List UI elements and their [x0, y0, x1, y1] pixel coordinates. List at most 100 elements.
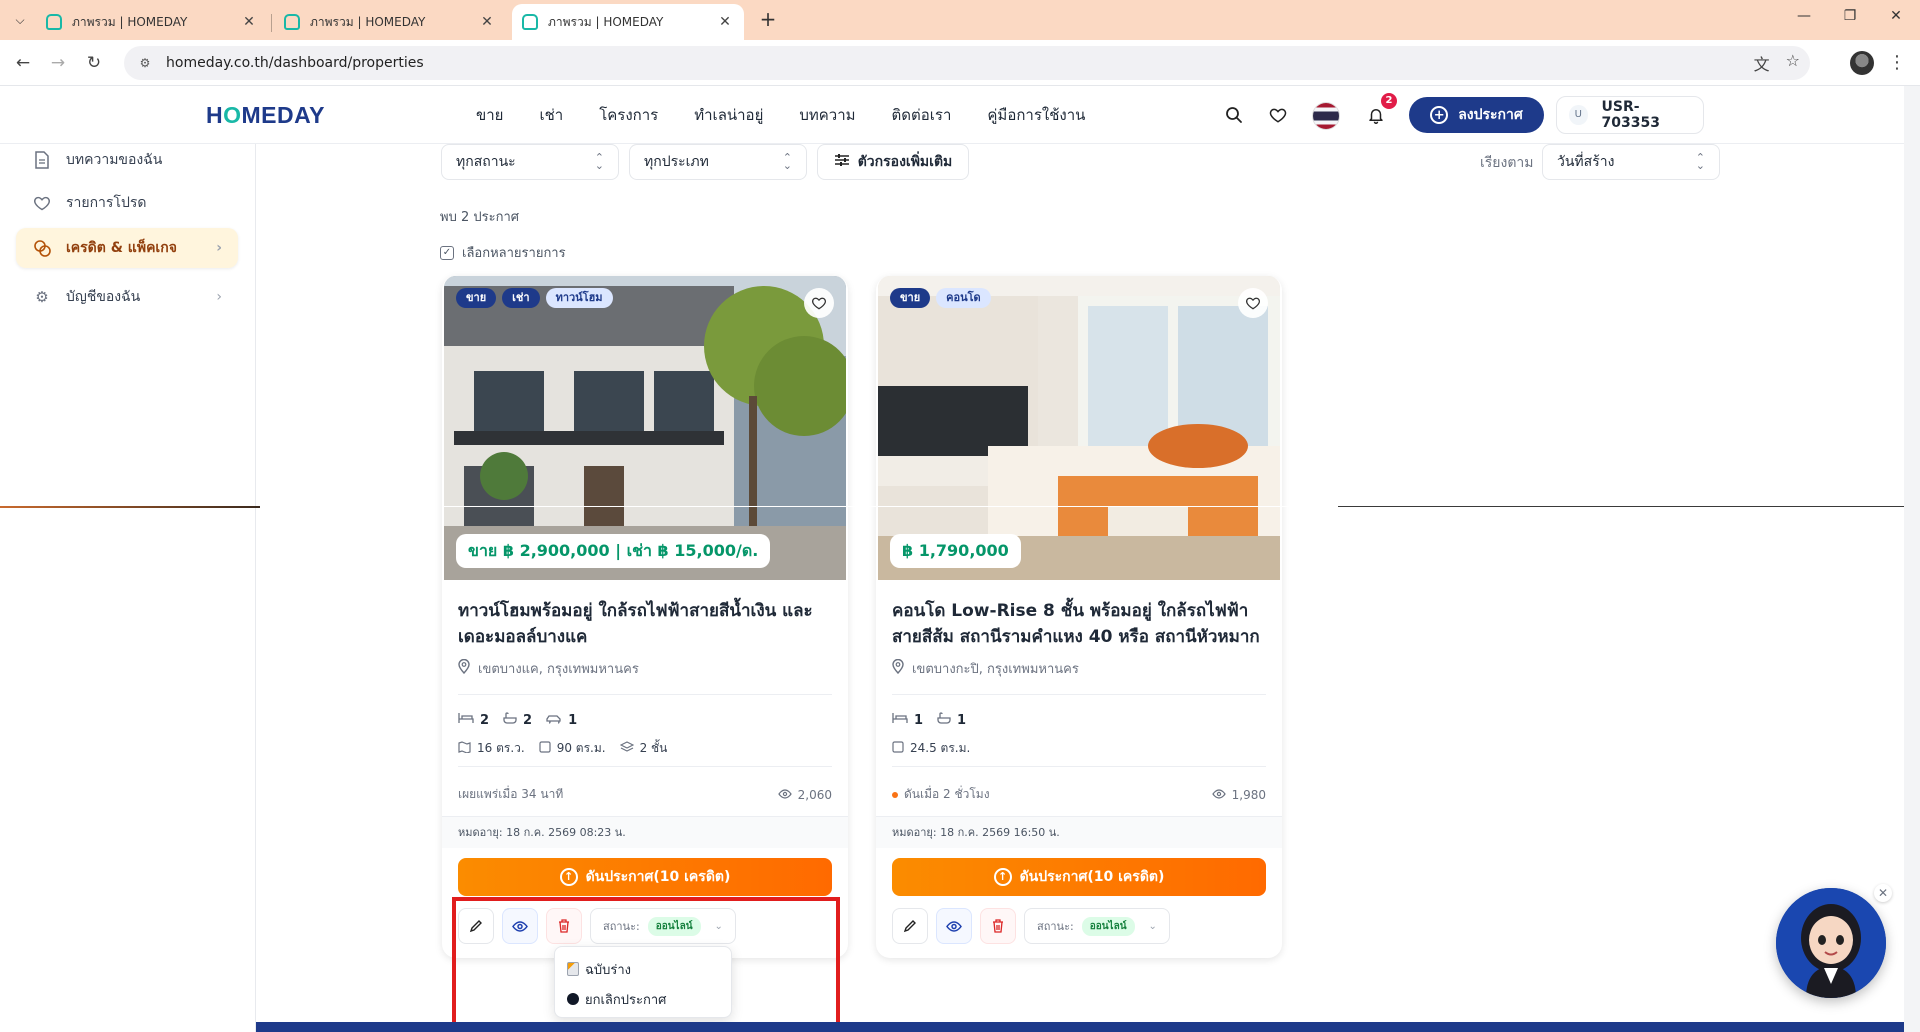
tab-title: ภาพรวม | HOMEDAY	[72, 14, 188, 29]
minimize-icon[interactable]: —	[1784, 8, 1824, 32]
render-artifact-line	[0, 506, 260, 508]
browser-menu-icon[interactable]: ⋮	[1888, 50, 1906, 76]
area-value: 24.5 ตร.ม.	[910, 741, 971, 755]
user-menu[interactable]: U USR-703353	[1556, 96, 1704, 134]
listing-badges: ขาย คอนโด	[890, 288, 991, 308]
listing-card[interactable]: ขาย คอนโด ฿ 1,790,000 คอนโด Low-Rise 8 ช…	[876, 276, 1282, 958]
nav-link-articles[interactable]: บทความ	[799, 103, 855, 127]
nav-link-projects[interactable]: โครงการ	[599, 103, 658, 127]
listing-location: เขตบางแค, กรุงเทพมหานคร	[458, 658, 639, 679]
user-id: USR-703353	[1601, 99, 1660, 131]
tab-close-icon[interactable]: ✕	[716, 14, 734, 30]
sort-select[interactable]: วันที่สร้าง ⌃ ⌄	[1542, 144, 1720, 180]
search-icon[interactable]	[1222, 103, 1246, 127]
listing-expiry: หมดอายุ: 18 ก.ค. 2569 16:50 น.	[876, 816, 1282, 848]
forward-icon[interactable]: →	[45, 50, 71, 76]
sliders-icon	[834, 153, 850, 171]
sidebar-item-my-articles[interactable]: บทความของฉัน	[16, 140, 238, 180]
chatbot-assistant-avatar[interactable]	[1776, 888, 1886, 998]
tab-close-icon[interactable]: ✕	[478, 14, 496, 30]
nav-link-locations[interactable]: ทำเลน่าอยู่	[694, 103, 763, 127]
tab-close-icon[interactable]: ✕	[240, 14, 258, 30]
divider	[458, 766, 832, 767]
listing-photo-townhome[interactable]: ขาย เช่า ทาวน์โฮม ขาย ฿ 2,900,000 | เช่า…	[444, 276, 846, 580]
listing-expiry: หมดอายุ: 18 ก.ค. 2569 08:23 น.	[442, 816, 848, 848]
boosted-time-text: ดันเมื่อ 2 ชั่วโมง	[904, 787, 990, 801]
post-listing-button[interactable]: + ลงประกาศ	[1409, 97, 1544, 133]
nav-link-sale[interactable]: ขาย	[476, 103, 503, 127]
browser-tab[interactable]: ภาพรวม | HOMEDAY ✕	[36, 4, 268, 40]
sidebar-item-favorites[interactable]: รายการโปรด	[16, 183, 238, 223]
arrow-up-circle-icon: ↑	[993, 868, 1012, 886]
stat-land-size: 16 ตร.ว.	[458, 739, 525, 758]
listing-title[interactable]: คอนโด Low-Rise 8 ชั้น พร้อมอยู่ ใกล้รถไฟ…	[892, 598, 1266, 650]
boost-listing-button[interactable]: ↑ ดันประกาศ(10 เครดิต)	[458, 858, 832, 896]
divider	[892, 694, 1266, 695]
multi-select-toggle[interactable]: ✓ เลือกหลายรายการ	[440, 242, 566, 263]
favorite-heart-icon[interactable]	[804, 288, 834, 318]
sort-label: เรียงตาม	[1480, 155, 1534, 171]
badge-sale: ขาย	[890, 288, 931, 308]
main-nav: ขาย เช่า โครงการ ทำเลน่าอยู่ บทความ ติดต…	[476, 86, 1085, 144]
square-icon	[539, 741, 551, 756]
browser-tab-active[interactable]: ภาพรวม | HOMEDAY ✕	[512, 4, 744, 40]
bedrooms-value: 1	[914, 712, 924, 728]
parking-value: 1	[568, 712, 578, 728]
page-scrollbar[interactable]	[1904, 86, 1920, 1032]
type-filter-select[interactable]: ทุกประเภท ⌃ ⌄	[629, 144, 807, 180]
more-filters-label: ตัวกรองเพิ่มเติม	[857, 154, 953, 170]
preview-eye-icon[interactable]	[936, 908, 972, 944]
listing-size-stats: 16 ตร.ว. 90 ตร.ม. 2 ชั้น	[458, 739, 667, 758]
nav-link-guide[interactable]: คู่มือการใช้งาน	[987, 103, 1085, 127]
stat-usable-area: 90 ตร.ม.	[539, 739, 606, 758]
car-icon	[546, 713, 562, 728]
reload-icon[interactable]: ↻	[81, 50, 107, 76]
address-bar[interactable]: ⚙ homeday.co.th/dashboard/properties 文 ☆	[124, 46, 1810, 80]
thai-flag-language-icon[interactable]	[1313, 103, 1339, 129]
coins-icon	[32, 238, 52, 258]
delete-trash-icon[interactable]	[980, 908, 1016, 944]
post-listing-label: ลงประกาศ	[1458, 107, 1523, 123]
restore-icon[interactable]: ❐	[1830, 8, 1870, 32]
new-tab-icon[interactable]: +	[756, 8, 780, 32]
bookmark-star-icon[interactable]: ☆	[1786, 51, 1800, 75]
homeday-logo[interactable]: HOMEDAY	[206, 102, 325, 129]
status-filter-select[interactable]: ทุกสถานะ ⌃ ⌄	[441, 144, 619, 180]
favorites-heart-icon[interactable]	[1266, 103, 1290, 127]
nav-link-rent[interactable]: เช่า	[539, 103, 563, 127]
back-icon[interactable]: ←	[10, 50, 36, 76]
edit-pencil-icon[interactable]	[892, 908, 928, 944]
browser-tab[interactable]: ภาพรวม | HOMEDAY ✕	[274, 4, 506, 40]
browser-tab-bar: ⌵ ภาพรวม | HOMEDAY ✕ ภาพรวม | HOMEDAY ✕ …	[0, 0, 1920, 40]
listing-photo-condo[interactable]: ขาย คอนโด ฿ 1,790,000	[878, 276, 1280, 580]
listing-card[interactable]: ขาย เช่า ทาวน์โฮม ขาย ฿ 2,900,000 | เช่า…	[442, 276, 848, 958]
sidebar-item-my-account[interactable]: ⚙ บัญชีของฉัน ›	[16, 277, 238, 317]
multi-select-label: เลือกหลายรายการ	[462, 246, 566, 261]
boost-listing-button[interactable]: ↑ ดันประกาศ(10 เครดิต)	[892, 858, 1266, 896]
logo-part: H	[206, 102, 224, 128]
heart-icon	[32, 193, 52, 213]
sidebar-item-credits-packages[interactable]: เครดิต & แพ็คเกจ ›	[16, 228, 238, 268]
view-count: 1,980	[1211, 788, 1266, 802]
window-close-icon[interactable]: ✕	[1876, 8, 1916, 32]
bed-icon	[892, 712, 908, 728]
site-info-icon[interactable]: ⚙	[134, 52, 156, 74]
homeday-favicon-icon	[284, 14, 300, 30]
listing-title[interactable]: ทาวน์โฮมพร้อมอยู่ ใกล้รถไฟฟ้าสายสีน้ำเงิ…	[458, 598, 832, 650]
stat-bedrooms: 2	[458, 712, 489, 728]
boosted-time: ดันเมื่อ 2 ชั่วโมง	[892, 785, 990, 804]
chatbot-close-icon[interactable]: ✕	[1874, 884, 1892, 902]
translate-icon[interactable]: 文	[1754, 51, 1770, 75]
tab-search-icon[interactable]: ⌵	[8, 8, 32, 32]
area-value: 90 ตร.ม.	[556, 741, 606, 755]
bath-icon	[503, 712, 517, 728]
nav-link-contact[interactable]: ติดต่อเรา	[892, 103, 952, 127]
more-filters-button[interactable]: ตัวกรองเพิ่มเติม	[817, 144, 969, 180]
land-value: 16 ตร.ว.	[477, 741, 525, 755]
browser-profile-avatar[interactable]	[1850, 51, 1874, 75]
user-avatar: U	[1569, 105, 1588, 125]
status-select[interactable]: สถานะ: ออนไลน์ ⌄	[1024, 908, 1170, 944]
badge-sale: ขาย	[456, 288, 497, 308]
floors-value: 2 ชั้น	[639, 741, 668, 755]
favorite-heart-icon[interactable]	[1238, 288, 1268, 318]
